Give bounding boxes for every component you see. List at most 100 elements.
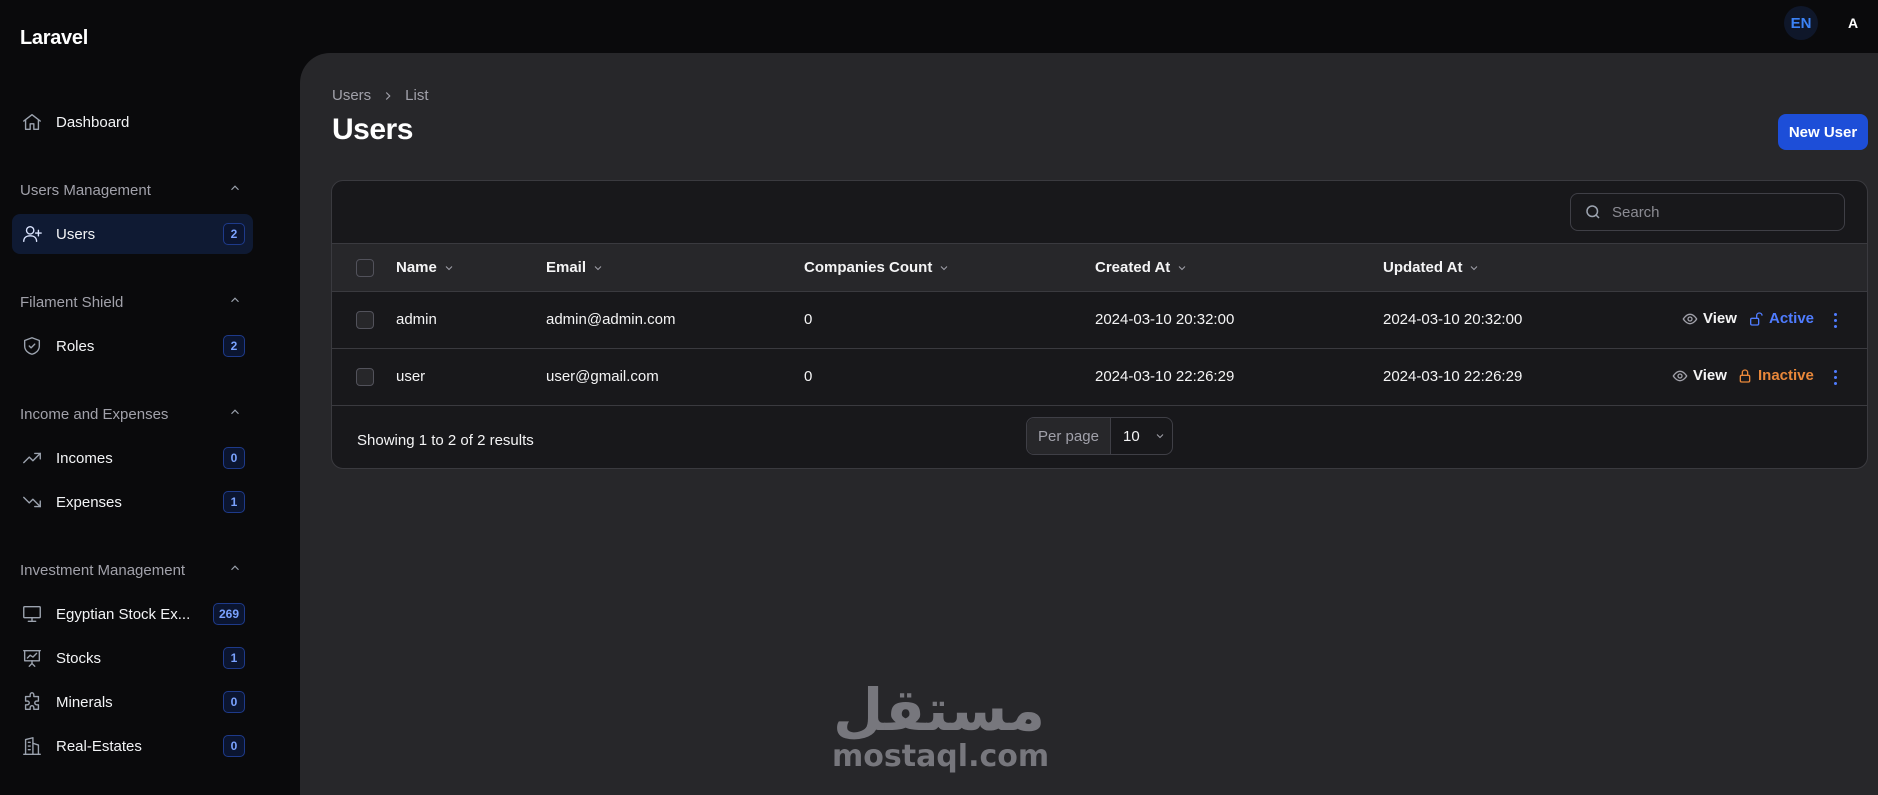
monitor-icon xyxy=(20,602,44,626)
count-badge: 269 xyxy=(212,603,245,625)
column-label: Email xyxy=(546,259,587,276)
search-input[interactable] xyxy=(1612,203,1832,221)
group-income-expenses[interactable]: Income and Expenses xyxy=(20,405,242,423)
puzzle-icon xyxy=(20,690,44,714)
search-icon xyxy=(1586,205,1600,219)
group-title: Income and Expenses xyxy=(20,405,169,423)
count-badge: 0 xyxy=(223,735,245,757)
cell-companies-count: 0 xyxy=(804,368,813,385)
language-switcher[interactable]: EN xyxy=(1784,6,1818,40)
new-user-button[interactable]: New User xyxy=(1778,114,1868,150)
sidebar-item-label: Incomes xyxy=(56,449,113,467)
per-page-number: 10 xyxy=(1123,427,1140,445)
count-badge: 2 xyxy=(223,223,245,245)
sidebar: Laravel Dashboard Users Management Users… xyxy=(0,0,300,795)
table-header: Name Email Companies Count Created At Up… xyxy=(332,243,1867,292)
select-all-checkbox[interactable] xyxy=(356,259,374,277)
cell-email: admin@admin.com xyxy=(546,311,676,328)
user-plus-icon xyxy=(20,222,44,246)
sidebar-item-label: Stocks xyxy=(56,649,102,667)
table-row[interactable]: admin admin@admin.com 0 2024-03-10 20:32… xyxy=(332,292,1867,349)
sidebar-item-label: Expenses xyxy=(56,493,122,511)
table-row[interactable]: user user@gmail.com 0 2024-03-10 22:26:2… xyxy=(332,349,1867,406)
breadcrumb: Users List xyxy=(332,87,429,104)
column-header-email[interactable]: Email xyxy=(546,259,604,276)
per-page-value[interactable]: 10 xyxy=(1111,418,1172,454)
chevron-up-icon[interactable] xyxy=(228,181,242,199)
group-investment-management[interactable]: Investment Management xyxy=(20,561,242,579)
per-page-label: Per page xyxy=(1027,418,1111,454)
group-title: Users Management xyxy=(20,181,151,199)
cell-email: user@gmail.com xyxy=(546,368,659,385)
chevron-right-icon xyxy=(386,91,391,100)
building-icon xyxy=(20,734,44,758)
eye-icon xyxy=(1682,313,1698,324)
row-checkbox[interactable] xyxy=(356,311,374,329)
trending-up-icon xyxy=(20,446,44,470)
per-page-select[interactable]: Per page 10 xyxy=(1026,417,1173,455)
cell-updated-at: 2024-03-10 20:32:00 xyxy=(1383,311,1523,328)
column-label: Created At xyxy=(1095,259,1171,276)
cell-created-at: 2024-03-10 22:26:29 xyxy=(1095,368,1235,385)
column-header-updated-at[interactable]: Updated At xyxy=(1383,259,1480,276)
unlock-icon xyxy=(1750,311,1763,326)
watermark-logo: مستقل mostaql.com xyxy=(832,678,1049,772)
column-label: Updated At xyxy=(1383,259,1463,276)
status-toggle-action[interactable]: Inactive xyxy=(1737,367,1814,384)
more-actions-icon[interactable] xyxy=(1830,366,1840,388)
more-actions-icon[interactable] xyxy=(1830,309,1840,331)
group-users-management[interactable]: Users Management xyxy=(20,181,242,199)
chevron-down-icon xyxy=(594,265,602,270)
view-action[interactable]: View xyxy=(1682,310,1737,327)
avatar[interactable]: A xyxy=(1840,10,1866,36)
count-badge: 0 xyxy=(223,447,245,469)
column-header-name[interactable]: Name xyxy=(396,259,455,276)
pagination-summary: Showing 1 to 2 of 2 results xyxy=(357,432,534,449)
users-table: Name Email Companies Count Created At Up… xyxy=(331,180,1868,469)
chevron-down-icon xyxy=(1178,265,1186,270)
sidebar-item-label: Roles xyxy=(56,337,95,355)
chevron-up-icon[interactable] xyxy=(228,293,242,311)
chevron-up-icon[interactable] xyxy=(228,405,242,423)
sidebar-item-label: Dashboard xyxy=(56,113,130,131)
breadcrumb-current: List xyxy=(405,87,429,104)
sidebar-item-label: Minerals xyxy=(56,693,113,711)
chevron-up-icon[interactable] xyxy=(228,561,242,579)
presentation-chart-icon xyxy=(20,646,44,670)
sidebar-item-egyptian-stock-exchange[interactable]: Egyptian Stock Ex... 269 xyxy=(12,594,253,634)
app: Laravel Dashboard Users Management Users… xyxy=(0,0,1878,795)
column-header-companies-count[interactable]: Companies Count xyxy=(804,259,950,276)
action-label: Active xyxy=(1769,310,1815,327)
sidebar-item-expenses[interactable]: Expenses 1 xyxy=(12,482,253,522)
row-checkbox[interactable] xyxy=(356,368,374,386)
trending-down-icon xyxy=(20,490,44,514)
group-title: Investment Management xyxy=(20,561,186,579)
sidebar-item-dashboard[interactable]: Dashboard xyxy=(12,102,253,142)
sidebar-item-real-estates[interactable]: Real-Estates 0 xyxy=(12,726,253,766)
brand-logo[interactable]: Laravel xyxy=(20,27,88,50)
action-label: Inactive xyxy=(1758,367,1814,384)
view-action[interactable]: View xyxy=(1672,367,1727,384)
sidebar-item-label: Egyptian Stock Ex... xyxy=(56,605,191,623)
chevron-down-icon xyxy=(940,265,948,270)
chevron-down-icon xyxy=(445,265,453,270)
sidebar-item-users[interactable]: Users 2 xyxy=(12,214,253,254)
eye-icon xyxy=(1672,370,1688,381)
column-header-created-at[interactable]: Created At xyxy=(1095,259,1188,276)
group-filament-shield[interactable]: Filament Shield xyxy=(20,293,242,311)
main-panel: Users List Users New User Name Email Com… xyxy=(300,53,1878,795)
group-title: Filament Shield xyxy=(20,293,124,311)
status-toggle-action[interactable]: Active xyxy=(1748,310,1814,327)
breadcrumb-link-users[interactable]: Users xyxy=(332,87,371,104)
sidebar-item-stocks[interactable]: Stocks 1 xyxy=(12,638,253,678)
search-field[interactable] xyxy=(1570,193,1845,231)
sidebar-item-incomes[interactable]: Incomes 0 xyxy=(12,438,253,478)
sidebar-item-minerals[interactable]: Minerals 0 xyxy=(12,682,253,722)
sidebar-item-roles[interactable]: Roles 2 xyxy=(12,326,253,366)
count-badge: 1 xyxy=(223,647,245,669)
chevron-down-icon xyxy=(1471,265,1478,270)
count-badge: 2 xyxy=(223,335,245,357)
action-label: View xyxy=(1693,367,1727,384)
page-title: Users xyxy=(332,113,413,146)
cell-updated-at: 2024-03-10 22:26:29 xyxy=(1383,368,1523,385)
